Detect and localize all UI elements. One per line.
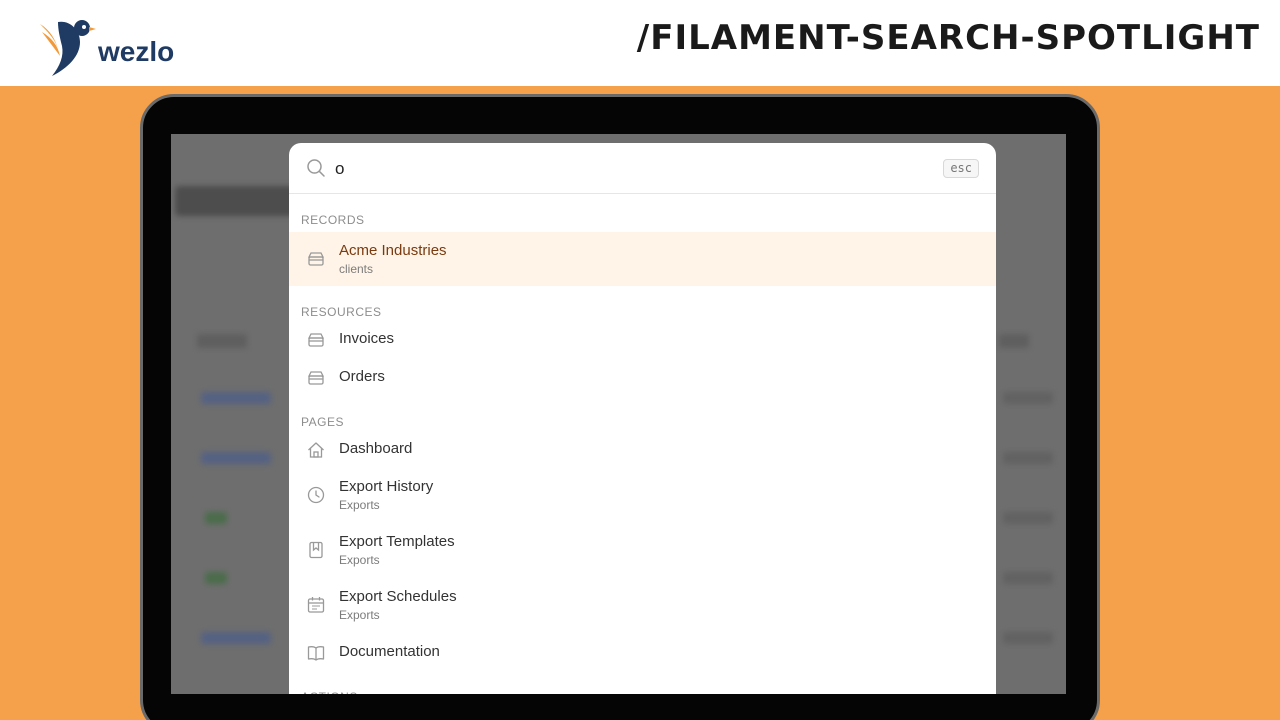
bg-row [201, 452, 271, 464]
result-label: Documentation [339, 643, 440, 660]
result-documentation[interactable]: Documentation [289, 633, 996, 671]
calendar-icon [307, 597, 325, 613]
brand-logo: wezlo [36, 10, 186, 82]
bird-logo-icon [40, 20, 96, 76]
result-label: Export Schedules [339, 588, 457, 605]
archive-icon [307, 252, 325, 266]
bg-column-header [999, 334, 1029, 348]
bg-row [1003, 452, 1053, 464]
archive-icon [307, 371, 325, 385]
bg-row [205, 512, 227, 524]
logo-text: wezlo [98, 36, 175, 67]
result-label: Acme Industries [339, 242, 447, 259]
bg-row [205, 572, 227, 584]
result-invoices[interactable]: Invoices [289, 320, 996, 358]
result-sublabel: Exports [339, 608, 380, 622]
result-sublabel: Exports [339, 498, 380, 512]
result-export-templates[interactable]: Export Templates Exports [289, 523, 996, 578]
result-sublabel: clients [339, 262, 374, 276]
esc-key-badge[interactable]: esc [943, 159, 979, 178]
section-records: RECORDS [301, 213, 365, 227]
bg-row [1003, 512, 1053, 524]
bg-row [1003, 392, 1053, 404]
page-headline: /FILAMENT-SEARCH-SPOTLIGHT [636, 18, 1260, 58]
result-label: Export History [339, 478, 434, 495]
bg-row [1003, 632, 1053, 644]
search-spotlight-modal: esc RECORDS Acme Industries clients RESO… [289, 143, 996, 694]
result-dashboard[interactable]: Dashboard [289, 430, 996, 468]
result-orders[interactable]: Orders [289, 358, 996, 396]
bg-page-title [175, 186, 305, 216]
result-export-history[interactable]: Export History Exports [289, 468, 996, 523]
book-icon [307, 646, 325, 661]
result-export-schedules[interactable]: Export Schedules Exports [289, 578, 996, 633]
archive-icon [307, 333, 325, 347]
search-input[interactable] [335, 157, 915, 181]
result-acme-industries[interactable]: Acme Industries clients [289, 232, 996, 286]
result-label: Invoices [339, 330, 395, 347]
top-banner: wezlo /FILAMENT-SEARCH-SPOTLIGHT [0, 0, 1280, 86]
clock-icon [307, 486, 325, 504]
bg-row [1003, 572, 1053, 584]
bookmark-icon [309, 541, 323, 559]
search-icon [307, 159, 325, 177]
bg-row [201, 392, 271, 404]
result-label: Export Templates [339, 533, 455, 550]
result-sublabel: Exports [339, 553, 380, 567]
home-icon [308, 442, 324, 458]
result-label: Dashboard [339, 440, 413, 457]
bg-row [201, 632, 271, 644]
result-label: Orders [339, 368, 385, 385]
search-bar: esc [289, 143, 996, 194]
section-resources: RESOURCES [301, 305, 382, 319]
bg-column-header [197, 334, 247, 348]
section-actions: ACTIONS [289, 671, 996, 694]
section-pages: PAGES [301, 415, 344, 429]
